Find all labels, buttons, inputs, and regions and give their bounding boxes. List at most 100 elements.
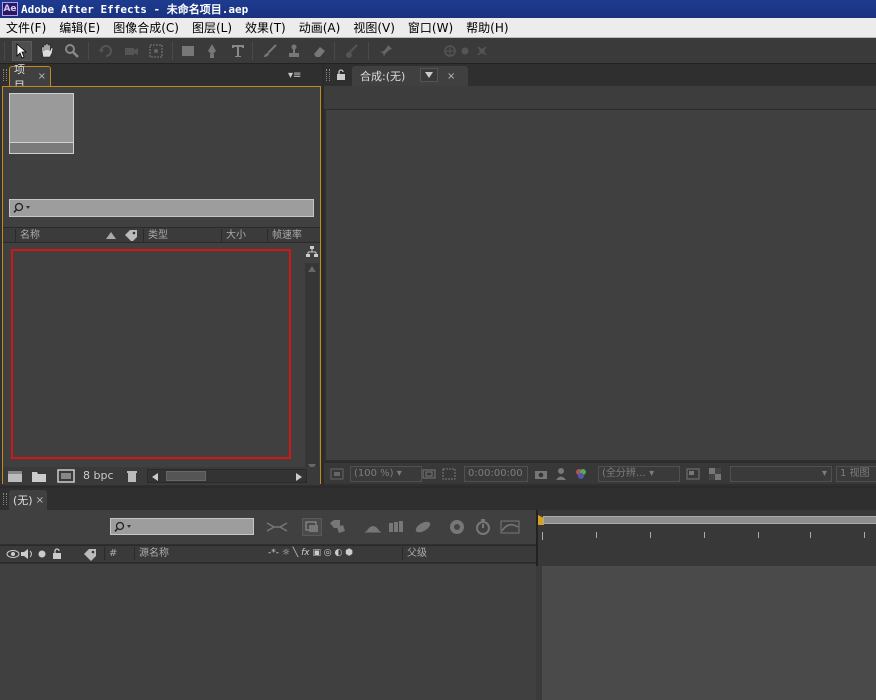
menu-help[interactable]: 帮助(H) <box>460 18 515 38</box>
video-visibility-icon[interactable] <box>6 548 20 563</box>
tab-project[interactable]: 项目 × <box>9 63 51 92</box>
live-update-icon[interactable] <box>302 518 322 536</box>
column-name[interactable]: 名称 <box>15 229 105 242</box>
safe-zones-icon[interactable] <box>422 467 436 481</box>
timeline-layers-area[interactable] <box>0 564 536 700</box>
mask-visibility-icon[interactable] <box>442 467 456 481</box>
camera-view-dropdown[interactable]: ▾ <box>730 466 832 482</box>
composition-viewer-controls: (100 %) ▾ 0:00:00:00 (全分辨… ▾ ▾ 1 视图 <box>324 462 876 484</box>
column-parent[interactable]: 父级 <box>402 547 522 560</box>
panel-grip[interactable] <box>3 69 7 81</box>
roto-brush-tool-icon[interactable] <box>342 41 362 61</box>
color-channels-icon[interactable] <box>574 467 588 481</box>
search-icon <box>13 202 30 213</box>
menu-window[interactable]: 窗口(W) <box>402 18 460 38</box>
interpret-footage-icon[interactable] <box>7 469 23 486</box>
auto-keyframe-icon[interactable] <box>474 518 492 539</box>
tab-timeline[interactable]: (无) × <box>9 490 47 510</box>
eraser-tool-icon[interactable] <box>309 41 329 61</box>
sort-ascending-icon[interactable] <box>105 230 117 243</box>
snapshot-camera-icon[interactable] <box>534 467 548 481</box>
menu-composition[interactable]: 图像合成(C) <box>107 18 186 38</box>
trash-icon[interactable] <box>125 469 139 486</box>
column-type[interactable]: 类型 <box>143 229 221 242</box>
layer-switches-icons[interactable]: -*- ☼ ╲ fx ▣ ◎ ◐ ⬢ <box>268 548 353 558</box>
bpc-toggle[interactable]: 8 bpc <box>83 469 114 482</box>
composition-viewer[interactable] <box>326 110 876 460</box>
menu-bar: 文件(F) 编辑(E) 图像合成(C) 图层(L) 效果(T) 动画(A) 视图… <box>0 18 876 38</box>
solo-icon[interactable] <box>38 550 46 561</box>
project-vertical-scrollbar[interactable] <box>305 263 319 473</box>
composition-dropdown[interactable] <box>420 68 438 82</box>
label-tag-icon[interactable] <box>123 229 139 244</box>
clone-stamp-tool-icon[interactable] <box>284 41 304 61</box>
close-icon[interactable]: × <box>447 71 455 82</box>
transparency-grid-icon[interactable] <box>708 467 722 481</box>
column-source-name[interactable]: 源名称 <box>134 547 264 560</box>
menu-file[interactable]: 文件(F) <box>0 18 53 38</box>
column-frame-rate[interactable]: 帧速率 <box>267 229 319 242</box>
puppet-pin-tool-icon[interactable] <box>376 41 396 61</box>
title-bar: Ae Adobe After Effects - 未命名项目.aep <box>0 0 876 18</box>
timeline-toolbar <box>0 510 536 544</box>
always-preview-icon[interactable] <box>330 467 344 481</box>
graph-editor-icon[interactable] <box>500 519 520 538</box>
composition-header <box>324 86 876 110</box>
show-snapshot-icon[interactable] <box>554 467 568 481</box>
label-tag-icon[interactable] <box>82 547 98 564</box>
project-search-input[interactable] <box>9 199 314 217</box>
column-layer-number[interactable]: # <box>104 547 132 560</box>
flowchart-icon[interactable] <box>305 245 319 262</box>
camera-orbit-tool-icon[interactable] <box>121 41 141 61</box>
menu-layer[interactable]: 图层(L) <box>186 18 239 38</box>
hand-tool-icon[interactable] <box>37 41 57 61</box>
rotate-tool-icon[interactable] <box>96 41 116 61</box>
magnification-dropdown[interactable]: (100 %) ▾ <box>350 466 422 482</box>
region-of-interest-icon[interactable] <box>686 467 700 481</box>
lock-icon[interactable] <box>336 69 346 84</box>
comp-mini-flowchart-icon[interactable] <box>266 520 288 537</box>
search-icon <box>114 521 131 532</box>
frame-blending-icon[interactable] <box>388 520 406 537</box>
selection-tool-icon[interactable] <box>12 41 32 61</box>
tab-composition[interactable]: 合成:(无) × <box>352 66 468 86</box>
new-composition-icon[interactable] <box>57 469 75 486</box>
timeline-track-area[interactable] <box>536 566 876 700</box>
lock-icon[interactable] <box>52 548 62 563</box>
brainstorm-icon[interactable] <box>448 518 466 539</box>
panel-grip[interactable] <box>3 493 7 505</box>
resolution-dropdown[interactable]: (全分辨… ▾ <box>598 466 680 482</box>
menu-animation[interactable]: 动画(A) <box>293 18 348 38</box>
work-area-bar[interactable] <box>543 516 876 524</box>
column-size[interactable]: 大小 <box>221 229 267 242</box>
project-panel-body: 名称 类型 大小 帧速率 8 bpc <box>2 86 321 486</box>
panel-grip[interactable] <box>326 69 330 81</box>
close-icon[interactable]: × <box>38 71 46 82</box>
menu-edit[interactable]: 编辑(E) <box>53 18 107 38</box>
close-icon[interactable]: × <box>36 495 44 506</box>
audio-icon[interactable] <box>20 548 34 563</box>
current-time-field[interactable]: 0:00:00:00 <box>464 466 528 482</box>
timeline-ruler[interactable] <box>536 510 876 566</box>
pan-behind-tool-icon[interactable] <box>146 41 166 61</box>
menu-view[interactable]: 视图(V) <box>347 18 402 38</box>
views-layout-dropdown[interactable]: 1 视图 <box>836 466 876 482</box>
menu-effect[interactable]: 效果(T) <box>239 18 293 38</box>
pen-tool-icon[interactable] <box>202 41 222 61</box>
zoom-tool-icon[interactable] <box>62 41 82 61</box>
draft-3d-icon[interactable] <box>328 519 346 538</box>
type-tool-icon[interactable] <box>228 41 248 61</box>
project-horizontal-scrollbar[interactable] <box>147 469 307 483</box>
hide-shy-layers-icon[interactable] <box>364 520 382 537</box>
panel-menu-icon[interactable]: ▾≡ <box>288 70 301 81</box>
timeline-column-header: # 源名称 -*- ☼ ╲ fx ▣ ◎ ◐ ⬢ 父级 <box>0 545 536 563</box>
new-folder-icon[interactable] <box>31 469 47 486</box>
ruler-tick <box>596 532 597 538</box>
motion-blur-icon[interactable] <box>414 520 432 537</box>
rectangle-mask-tool-icon[interactable] <box>178 41 198 61</box>
project-items-list[interactable] <box>11 249 291 459</box>
brush-tool-icon[interactable] <box>260 41 280 61</box>
tab-timeline-label: (无) <box>13 494 33 507</box>
timeline-search-input[interactable] <box>110 518 254 535</box>
ruler-tick <box>810 532 811 538</box>
